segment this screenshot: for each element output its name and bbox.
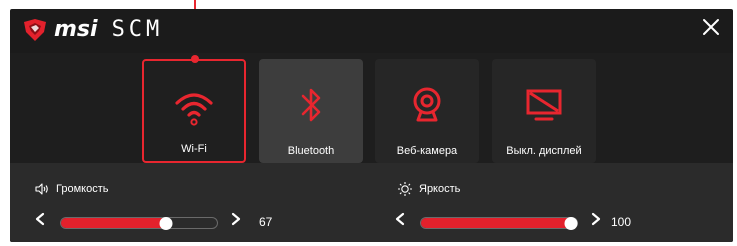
msi-dragon-icon	[24, 19, 46, 41]
brightness-slider[interactable]	[420, 217, 578, 230]
slider-panel: Громкость 67 Яркость 100	[10, 163, 733, 242]
brightness-label: Яркость	[419, 183, 461, 195]
webcam-icon	[413, 87, 441, 122]
volume-header: Громкость	[34, 181, 108, 197]
tile-label: Wi-Fi	[181, 143, 207, 155]
volume-slider[interactable]	[60, 217, 218, 230]
brightness-slider-thumb[interactable]	[564, 217, 578, 230]
scm-window: msi SCM Wi-Fi Bluetooth Веб-камера Выкл.…	[10, 9, 733, 242]
tile-label: Выкл. дисплей	[506, 145, 582, 157]
volume-decrease-icon[interactable]	[34, 212, 46, 226]
brightness-increase-icon[interactable]	[590, 212, 602, 226]
bluetooth-icon	[301, 88, 321, 122]
tile-wifi[interactable]: Wi-Fi	[142, 59, 246, 163]
brightness-header: Яркость	[397, 181, 460, 197]
volume-increase-icon[interactable]	[230, 212, 242, 226]
brightness-value: 100	[611, 215, 632, 229]
volume-value: 67	[259, 215, 273, 229]
app-name-text: SCM	[111, 17, 164, 42]
tile-display-off[interactable]: Выкл. дисплей	[492, 59, 596, 163]
close-icon[interactable]	[699, 15, 723, 39]
brightness-slider-fill	[421, 218, 577, 228]
brand-text: msi	[54, 17, 98, 42]
annotation-pointer-dot	[191, 55, 199, 63]
volume-slider-fill	[61, 218, 166, 228]
volume-slider-thumb[interactable]	[159, 217, 173, 230]
tile-label: Bluetooth	[287, 145, 335, 157]
brightness-icon	[398, 182, 412, 196]
title-bar: msi SCM	[10, 9, 733, 53]
brightness-decrease-icon[interactable]	[394, 212, 406, 226]
display-off-icon	[526, 89, 562, 121]
wifi-icon	[175, 93, 213, 126]
volume-label: Громкость	[56, 183, 109, 195]
tile-bluetooth[interactable]: Bluetooth	[259, 59, 363, 163]
speaker-icon	[35, 183, 48, 195]
toggle-tiles: Wi-Fi Bluetooth Веб-камера Выкл. дисплей	[10, 53, 733, 163]
tile-webcam[interactable]: Веб-камера	[375, 59, 479, 163]
tile-label: Веб-камера	[396, 145, 458, 157]
app-logo: msi SCM	[22, 18, 163, 42]
